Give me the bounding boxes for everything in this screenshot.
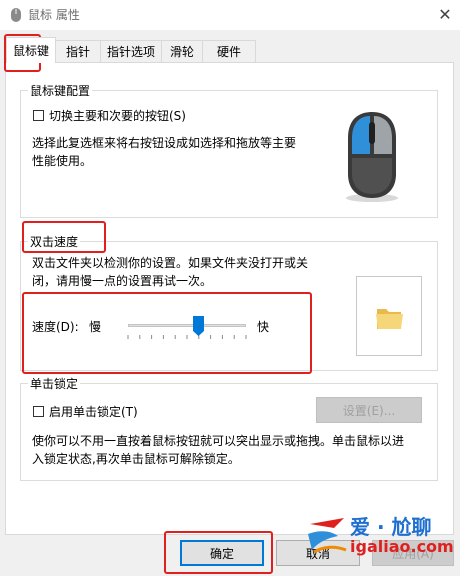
watermark-text: 爱 · 尬聊: [350, 515, 432, 539]
click-lock-checkbox-label[interactable]: 启用单击锁定(T): [49, 403, 138, 420]
mouse-app-icon: [11, 8, 21, 22]
double-click-description-line: 双击文件夹以检测你的设置。如果文件夹没打开或关: [32, 256, 309, 270]
click-lock-description: 使你可以不用一直按着鼠标按钮就可以突出显示或拖拽。单击鼠标以进 入锁定状态,再次…: [32, 432, 404, 468]
double-click-description-line: 闭，请用慢一点的设置再试一次。: [32, 274, 213, 288]
tab-pointer-options[interactable]: 指针选项: [100, 40, 162, 62]
tab-hardware[interactable]: 硬件: [202, 40, 256, 62]
click-lock-description-line: 入锁定状态,再次单击鼠标可解除锁定。: [32, 452, 240, 466]
test-folder-area[interactable]: [356, 276, 422, 356]
button-config-description: 选择此复选框来将右按钮设成如选择和拖放等主要 性能使用。: [32, 134, 296, 170]
tab-buttons[interactable]: 鼠标键: [6, 37, 56, 63]
click-lock-description-line: 使你可以不用一直按着鼠标按钮就可以突出显示或拖拽。单击鼠标以进: [32, 434, 405, 448]
highlight-double-click-annotation: [22, 221, 106, 253]
switch-buttons-checkbox[interactable]: [33, 110, 44, 121]
close-button[interactable]: ✕: [430, 0, 460, 28]
tab-wheel[interactable]: 滑轮: [161, 40, 203, 62]
watermark-url: igaliao.com: [350, 537, 454, 556]
switch-buttons-label[interactable]: 切换主要和次要的按钮(S): [49, 107, 186, 124]
button-config-description-line: 选择此复选框来将右按钮设成如选择和拖放等主要: [32, 136, 297, 150]
highlight-ok-annotation: [164, 531, 273, 574]
button-config-description-line: 性能使用。: [32, 154, 93, 168]
click-lock-label: 单击锁定: [28, 375, 81, 392]
watermark-logo: [308, 518, 347, 554]
highlight-speed-annotation: [22, 292, 312, 374]
click-lock-settings-button[interactable]: 设置(E)...: [316, 397, 422, 423]
click-lock-checkbox[interactable]: [33, 406, 44, 417]
window-title: 鼠标 属性: [28, 8, 80, 22]
mouse-illustration: [346, 112, 398, 202]
button-config-label: 鼠标键配置: [28, 82, 93, 99]
double-click-description: 双击文件夹以检测你的设置。如果文件夹没打开或关 闭，请用慢一点的设置再试一次。: [32, 254, 308, 290]
folder-icon[interactable]: [375, 305, 405, 331]
tab-pointers[interactable]: 指针: [55, 40, 101, 62]
